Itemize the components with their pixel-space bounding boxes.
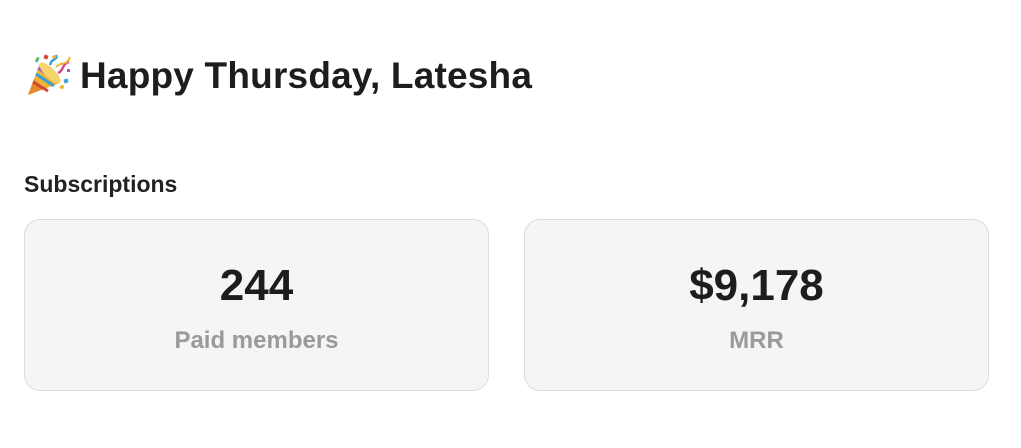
mrr-card[interactable]: $9,178 MRR: [524, 219, 989, 391]
paid-members-card[interactable]: 244 Paid members: [24, 219, 489, 391]
greeting-text: Happy Thursday, Latesha: [80, 55, 533, 96]
paid-members-value: 244: [219, 261, 294, 310]
subscriptions-title: Subscriptions: [24, 171, 178, 197]
mrr-value: $9,178: [689, 261, 824, 310]
subscription-cards: 244 Paid members $9,178 MRR: [24, 219, 992, 393]
dashboard-page: Happy Thursday, Latesha Subscriptions 24…: [0, 0, 1021, 448]
mrr-label: MRR: [729, 327, 784, 354]
paid-members-label: Paid members: [174, 327, 339, 354]
party-popper-icon: [24, 53, 72, 99]
greeting-header: Happy Thursday, Latesha: [24, 52, 532, 100]
